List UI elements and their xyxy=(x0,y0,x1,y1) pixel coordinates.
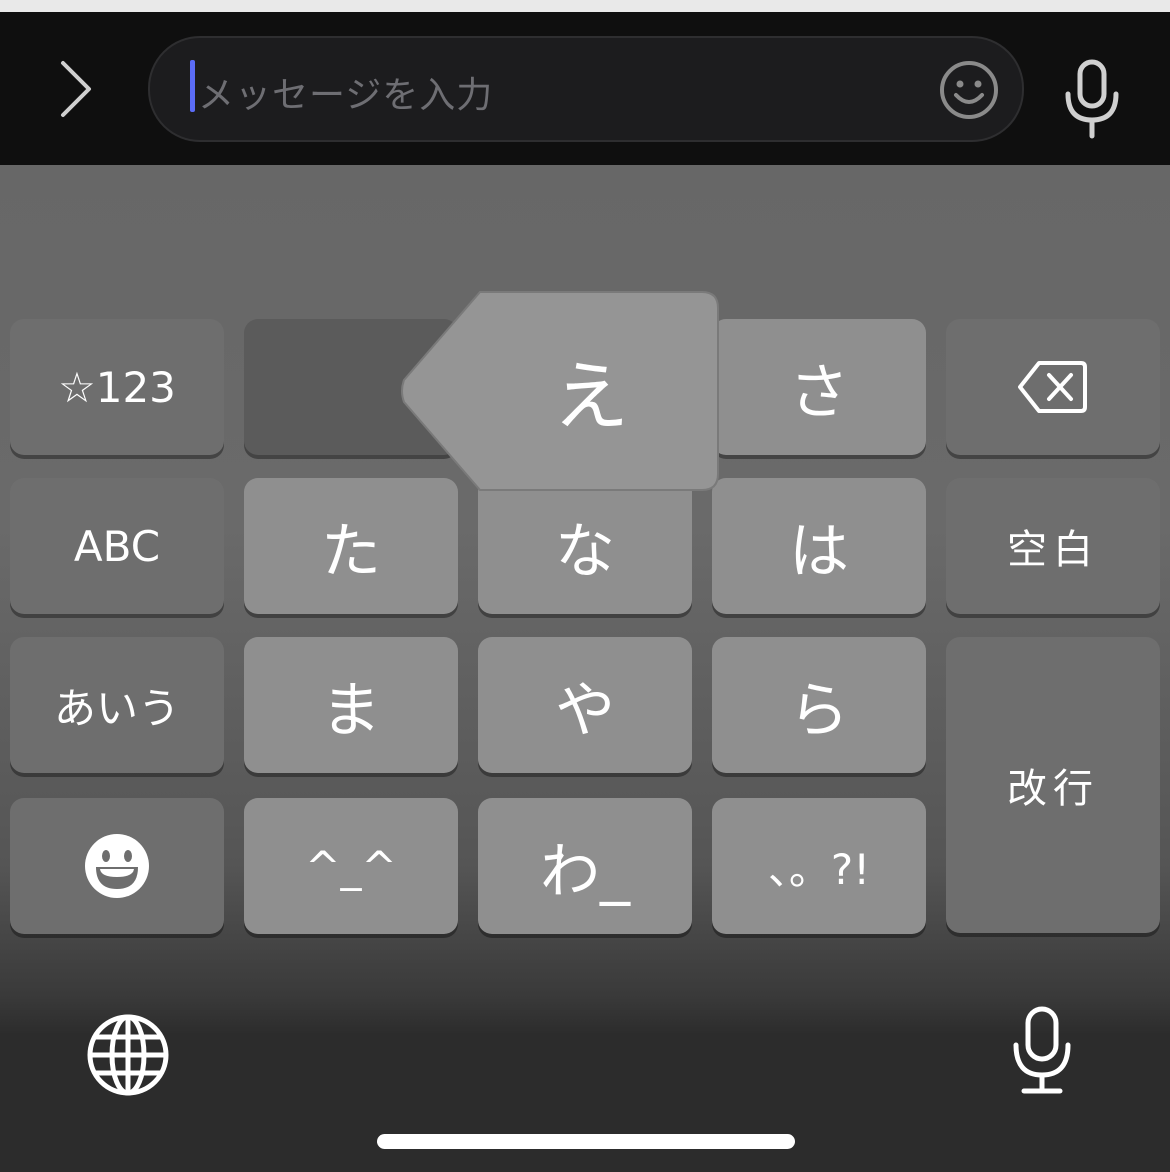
key-na-label: な xyxy=(555,516,615,587)
key-wa[interactable]: わ_ xyxy=(478,798,692,934)
microphone-icon xyxy=(1065,59,1119,139)
status-strip xyxy=(0,0,1170,12)
globe-button[interactable] xyxy=(86,1013,170,1097)
key-abc[interactable]: ABC xyxy=(10,478,224,614)
key-ha[interactable]: は xyxy=(712,478,926,614)
grinning-face-icon xyxy=(85,834,149,898)
key-kaomoji-label: ^_^ xyxy=(305,841,397,891)
key-ha-label: は xyxy=(789,516,849,587)
key-kaomoji[interactable]: ^_^ xyxy=(244,798,458,934)
message-input[interactable]: メッセージを入力 xyxy=(148,36,1024,142)
key-numbers-label: ☆123 xyxy=(58,362,176,412)
key-space-label: 空白 xyxy=(1007,527,1099,573)
key-na[interactable]: な xyxy=(478,478,692,614)
key-emoji[interactable] xyxy=(10,798,224,934)
smiley-icon xyxy=(940,61,998,119)
flick-popup-char: え xyxy=(553,352,629,441)
keyboard: ☆123 さ ABC た な は 空白 あいう ま や ら 改行 ^_^ わ_ … xyxy=(0,165,1170,1172)
microphone-icon xyxy=(1013,1006,1071,1094)
key-numbers[interactable]: ☆123 xyxy=(10,319,224,455)
key-ta-label: た xyxy=(321,516,381,587)
key-ya[interactable]: や xyxy=(478,637,692,773)
key-sa[interactable]: さ xyxy=(712,319,926,455)
key-ma-label: ま xyxy=(321,675,381,746)
key-abc-label: ABC xyxy=(73,521,161,571)
voice-input-button[interactable] xyxy=(1058,58,1126,140)
key-enter-label: 改行 xyxy=(1007,766,1099,812)
emoji-button[interactable] xyxy=(938,59,1000,121)
key-ta[interactable]: た xyxy=(244,478,458,614)
key-kana-mode-label: あいう xyxy=(53,683,180,733)
text-caret xyxy=(190,60,195,112)
key-enter[interactable]: 改行 xyxy=(946,637,1160,933)
key-ra-label: ら xyxy=(789,675,849,746)
key-ya-label: や xyxy=(555,675,615,746)
key-sa-label: さ xyxy=(789,357,849,428)
home-indicator[interactable] xyxy=(377,1134,795,1149)
key-wa-label: わ_ xyxy=(540,836,630,907)
globe-icon xyxy=(87,1014,169,1096)
key-delete[interactable] xyxy=(946,319,1160,455)
key-space[interactable]: 空白 xyxy=(946,478,1160,614)
message-input-bar: メッセージを入力 xyxy=(0,12,1170,165)
expand-button[interactable] xyxy=(40,54,110,124)
chevron-right-icon xyxy=(61,61,91,117)
message-placeholder: メッセージを入力 xyxy=(198,75,494,116)
dictation-button[interactable] xyxy=(1008,1005,1076,1097)
key-punctuation[interactable]: 、。?! xyxy=(712,798,926,934)
key-punctuation-label: 、。?! xyxy=(767,844,871,894)
backspace-icon xyxy=(1018,361,1087,413)
key-ma[interactable]: ま xyxy=(244,637,458,773)
key-ra[interactable]: ら xyxy=(712,637,926,773)
key-kana-mode[interactable]: あいう xyxy=(10,637,224,773)
